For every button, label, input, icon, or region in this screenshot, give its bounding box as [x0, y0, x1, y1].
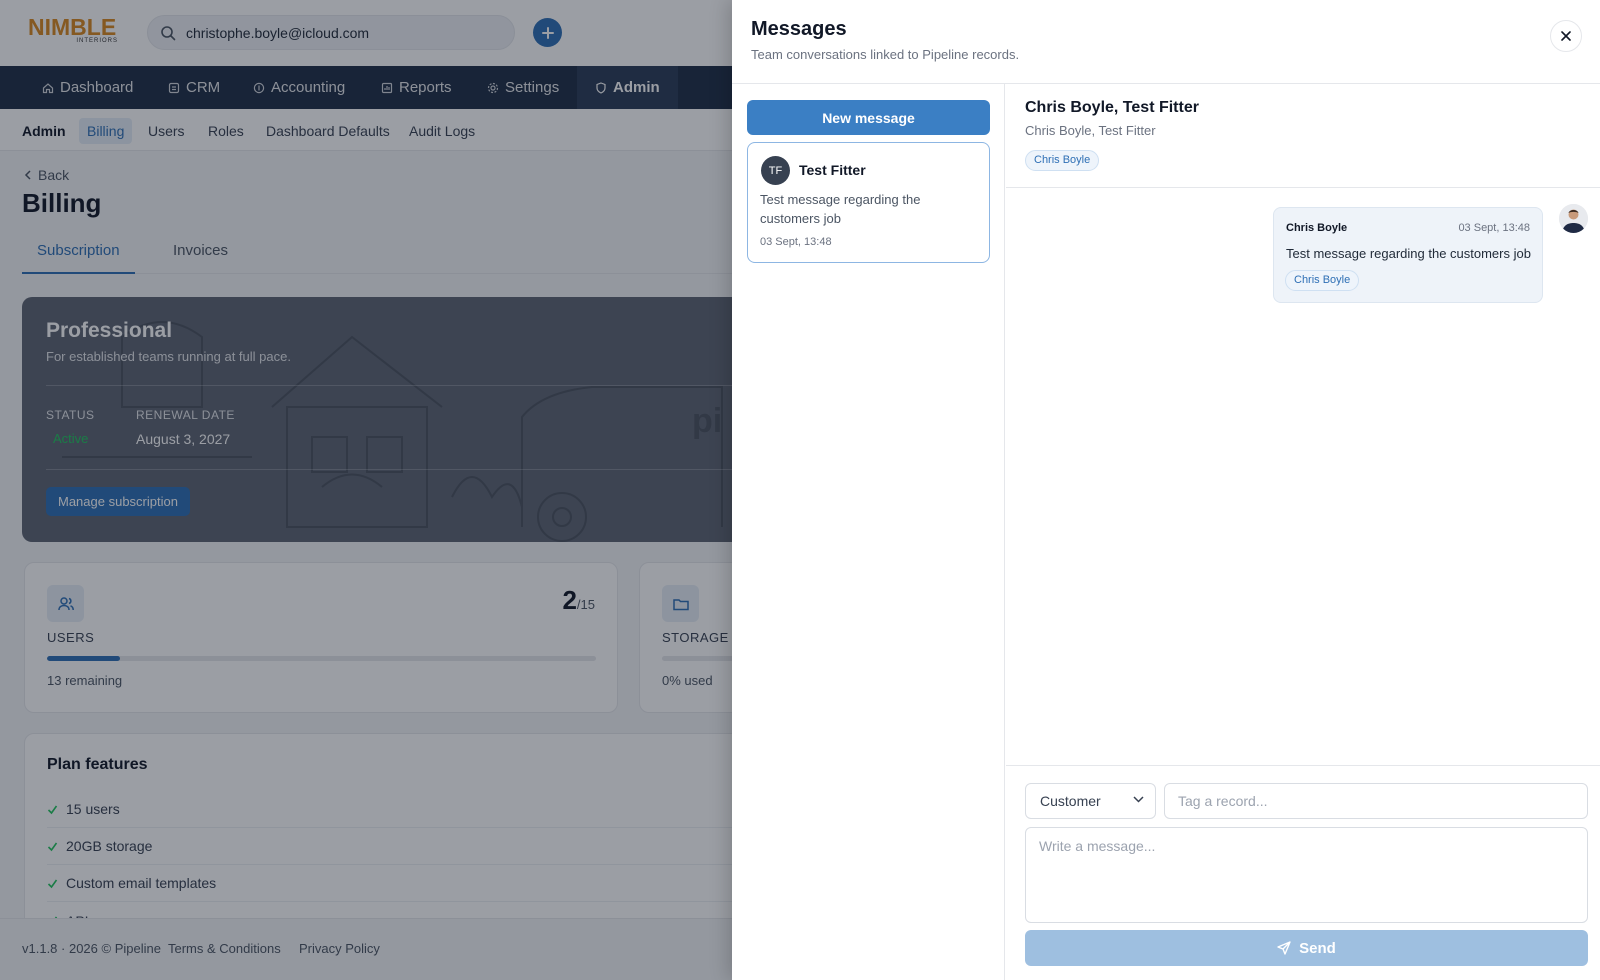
- panel-title: Messages: [751, 18, 847, 40]
- thread-header: Chris Boyle, Test Fitter Chris Boyle, Te…: [1006, 84, 1600, 188]
- tag-record-input[interactable]: [1164, 783, 1588, 819]
- message-bubble: Chris Boyle 03 Sept, 13:48 Test message …: [1273, 207, 1543, 303]
- panel-subtitle: Team conversations linked to Pipeline re…: [751, 47, 1020, 62]
- message-author: Chris Boyle: [1286, 222, 1348, 234]
- close-icon: [1561, 31, 1571, 41]
- new-message-button[interactable]: New message: [747, 100, 990, 135]
- record-type-select[interactable]: Customer: [1025, 783, 1156, 819]
- messages-panel: Messages Team conversations linked to Pi…: [732, 0, 1600, 980]
- chevron-down-icon: [1133, 796, 1144, 803]
- conversation-preview: Test message regarding the customers job: [760, 192, 921, 226]
- avatar: [1559, 204, 1588, 233]
- send-icon: [1277, 941, 1291, 955]
- avatar: TF: [761, 156, 790, 185]
- message-time: 03 Sept, 13:48: [1458, 222, 1530, 234]
- message-composer: Customer Send: [1006, 765, 1600, 980]
- send-button[interactable]: Send: [1025, 930, 1588, 966]
- conversation-item[interactable]: TF Test Fitter Test message regarding th…: [747, 142, 990, 263]
- thread-title: Chris Boyle, Test Fitter: [1025, 99, 1199, 116]
- thread-participants: Chris Boyle, Test Fitter: [1025, 123, 1156, 138]
- message-tag[interactable]: Chris Boyle: [1285, 270, 1360, 291]
- record-type-value: Customer: [1040, 793, 1101, 809]
- conversation-list: New message TF Test Fitter Test message …: [732, 84, 1005, 980]
- conversation-thread: Chris Boyle, Test Fitter Chris Boyle, Te…: [1006, 84, 1600, 980]
- conversation-time: 03 Sept, 13:48: [760, 236, 832, 248]
- message-text: Test message regarding the customers job: [1286, 246, 1531, 261]
- close-button[interactable]: [1550, 20, 1582, 52]
- message-input[interactable]: [1025, 827, 1588, 923]
- send-label: Send: [1299, 939, 1336, 957]
- record-tag[interactable]: Chris Boyle: [1025, 150, 1100, 171]
- conversation-name: Test Fitter: [799, 162, 866, 178]
